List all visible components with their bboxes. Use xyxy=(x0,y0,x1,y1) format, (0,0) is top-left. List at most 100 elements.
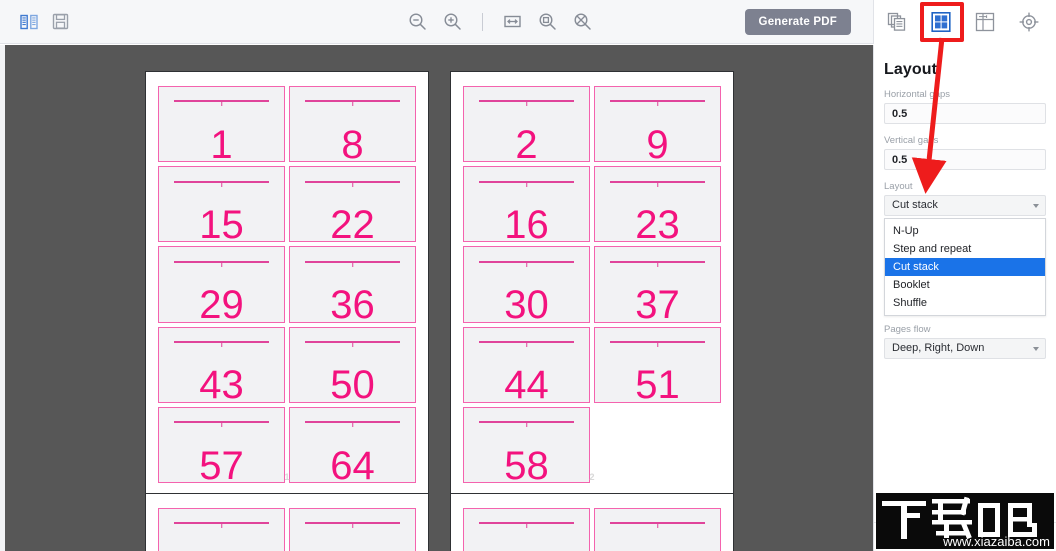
preview-page[interactable]: 2 9 16 23 30 37 44 51 58 xyxy=(450,71,734,498)
imposition-cell[interactable]: 2 xyxy=(463,86,590,163)
chevron-down-icon xyxy=(1033,347,1039,351)
cell-number: 29 xyxy=(199,283,244,323)
imposition-cell[interactable]: 15 xyxy=(158,166,285,243)
center-tick xyxy=(525,340,528,347)
app-root: Generate PDF 1 8 15 22 29 36 43 50 57 64… xyxy=(0,0,1056,551)
pages-flow-select[interactable]: Deep, Right, Down xyxy=(884,338,1046,359)
actual-size-icon[interactable] xyxy=(573,12,592,31)
center-tick xyxy=(656,180,659,187)
layout-option-booklet[interactable]: Booklet xyxy=(885,276,1045,294)
toolbar-right-group: Generate PDF xyxy=(670,0,1056,44)
fit-width-icon[interactable] xyxy=(503,12,522,31)
layout-option-shuffle[interactable]: Shuffle xyxy=(885,294,1045,312)
center-tick xyxy=(351,100,354,107)
pages-flow-value: Deep, Right, Down xyxy=(892,342,985,354)
cell-number: 16 xyxy=(504,203,549,243)
page-cell-grid: 2 9 16 23 30 37 44 51 58 xyxy=(463,86,721,483)
chevron-down-icon xyxy=(1033,204,1039,208)
center-tick xyxy=(351,260,354,267)
preview-page[interactable]: 4 11 18 25 xyxy=(450,493,734,551)
center-tick xyxy=(525,180,528,187)
imposition-cell[interactable]: 37 xyxy=(594,246,721,323)
imposition-cell[interactable]: 4 xyxy=(463,508,590,551)
cell-number: 44 xyxy=(504,363,549,403)
horizontal-gaps-label: Horizontal gaps xyxy=(884,89,951,100)
horizontal-gaps-input[interactable] xyxy=(884,103,1046,124)
center-tick xyxy=(656,260,659,267)
vertical-gaps-input[interactable] xyxy=(884,149,1046,170)
imposition-cell[interactable]: 8 xyxy=(289,86,416,163)
page-label: 1 xyxy=(284,472,290,482)
save-icon[interactable] xyxy=(52,13,69,30)
page-label: 2 xyxy=(589,472,595,482)
layout-options-dropdown[interactable]: N-Up Step and repeat Cut stack Booklet S… xyxy=(884,218,1046,316)
center-tick xyxy=(351,180,354,187)
two-page-spread-icon[interactable] xyxy=(20,14,38,30)
imposition-cell[interactable]: 16 xyxy=(463,166,590,243)
layout-grid-icon[interactable] xyxy=(930,11,952,33)
center-tick xyxy=(525,100,528,107)
cell-number: 23 xyxy=(635,203,680,243)
imposition-cell[interactable]: 36 xyxy=(289,246,416,323)
imposition-cell[interactable]: 1 xyxy=(158,86,285,163)
toolbar-left-group xyxy=(0,13,330,30)
cell-number: 36 xyxy=(330,283,375,323)
zoom-in-icon[interactable] xyxy=(443,12,462,31)
layout-option-step-and-repeat[interactable]: Step and repeat xyxy=(885,240,1045,258)
top-toolbar: Generate PDF xyxy=(0,0,1056,44)
center-tick xyxy=(656,522,659,529)
imposition-cell[interactable]: 3 xyxy=(158,508,285,551)
imposition-cell[interactable]: 22 xyxy=(289,166,416,243)
center-tick xyxy=(220,260,223,267)
center-tick xyxy=(220,180,223,187)
page-cell-grid: 3 10 17 24 xyxy=(158,508,416,551)
center-tick xyxy=(351,340,354,347)
cell-number: 50 xyxy=(330,363,375,403)
registration-target-icon[interactable] xyxy=(1018,11,1040,33)
imposition-cell[interactable]: 50 xyxy=(289,326,416,403)
zoom-out-icon[interactable] xyxy=(408,12,427,31)
panel-divider xyxy=(874,522,1056,523)
center-tick xyxy=(525,260,528,267)
imposition-cell[interactable]: 10 xyxy=(289,508,416,551)
preview-page[interactable]: 3 10 17 24 xyxy=(145,493,429,551)
imposition-cell[interactable]: 44 xyxy=(463,326,590,403)
imposition-cell[interactable]: 11 xyxy=(594,508,721,551)
center-tick xyxy=(351,421,354,428)
marks-bleed-icon[interactable] xyxy=(974,11,996,33)
imposition-cell[interactable]: 51 xyxy=(594,326,721,403)
layout-option-cut-stack[interactable]: Cut stack xyxy=(885,258,1045,276)
page-preview-canvas[interactable]: 1 8 15 22 29 36 43 50 57 64 1 2 9 16 23 … xyxy=(5,45,873,551)
imposition-cell[interactable]: 43 xyxy=(158,326,285,403)
cell-number: 22 xyxy=(330,203,375,243)
center-tick xyxy=(220,421,223,428)
center-tick xyxy=(220,100,223,107)
panel-title: Layout xyxy=(884,61,938,78)
cell-number: 9 xyxy=(646,122,669,163)
layout-option-n-up[interactable]: N-Up xyxy=(885,222,1045,240)
cell-number: 2 xyxy=(515,122,538,163)
imposition-cell[interactable]: 23 xyxy=(594,166,721,243)
fit-page-icon[interactable] xyxy=(538,12,557,31)
cell-number: 1 xyxy=(210,122,233,163)
center-tick xyxy=(525,421,528,428)
cell-number: 51 xyxy=(635,363,680,403)
imposition-cell[interactable]: 30 xyxy=(463,246,590,323)
vertical-gaps-label: Vertical gaps xyxy=(884,135,939,146)
center-tick xyxy=(220,522,223,529)
center-tick xyxy=(525,522,528,529)
layout-select-label: Layout xyxy=(884,181,913,192)
center-tick xyxy=(220,340,223,347)
layout-select[interactable]: Cut stack xyxy=(884,195,1046,216)
pages-copy-icon[interactable] xyxy=(886,11,908,33)
center-tick xyxy=(656,340,659,347)
center-tick xyxy=(351,522,354,529)
toolbar-zoom-group xyxy=(330,12,670,31)
presets-section-label: Presets xyxy=(884,531,924,543)
imposition-cell[interactable]: 29 xyxy=(158,246,285,323)
generate-pdf-button[interactable]: Generate PDF xyxy=(744,8,851,35)
layout-settings-panel: Layout Horizontal gaps Vertical gaps Lay… xyxy=(873,45,1056,551)
imposition-cell[interactable]: 9 xyxy=(594,86,721,163)
preview-page[interactable]: 1 8 15 22 29 36 43 50 57 64 xyxy=(145,71,429,498)
center-tick xyxy=(656,100,659,107)
